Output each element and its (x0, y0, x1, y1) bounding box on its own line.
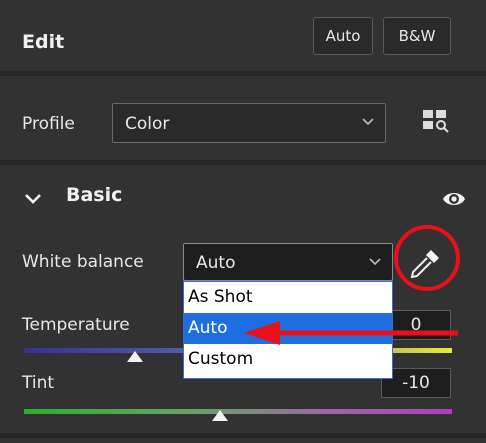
divider (0, 160, 486, 165)
profile-label: Profile (22, 114, 75, 134)
highlight-arrow (244, 321, 458, 345)
option-as-shot[interactable]: As Shot (184, 282, 392, 313)
white-balance-value: Auto (196, 253, 236, 273)
section-title: Basic (66, 184, 123, 206)
white-balance-select[interactable]: Auto (183, 243, 393, 281)
divider (0, 433, 486, 438)
tint-slider[interactable] (24, 409, 452, 414)
chevron-down-icon[interactable] (24, 190, 42, 208)
temperature-slider-thumb[interactable] (127, 351, 143, 362)
option-custom[interactable]: Custom (184, 344, 392, 375)
profile-value: Color (125, 114, 170, 134)
white-balance-label: White balance (22, 252, 144, 272)
temperature-label: Temperature (22, 315, 130, 335)
tint-label: Tint (22, 373, 55, 393)
chevron-down-icon (362, 118, 374, 126)
divider (0, 71, 486, 76)
tint-slider-thumb[interactable] (212, 410, 228, 421)
chevron-down-icon (369, 258, 381, 266)
panel-title: Edit (22, 31, 65, 53)
profile-select[interactable]: Color (112, 103, 386, 143)
highlight-circle (394, 225, 460, 291)
eye-icon[interactable] (442, 188, 466, 210)
profile-browser-icon[interactable] (420, 106, 450, 136)
auto-button[interactable]: Auto (313, 17, 373, 55)
black-white-button[interactable]: B&W (383, 17, 451, 55)
